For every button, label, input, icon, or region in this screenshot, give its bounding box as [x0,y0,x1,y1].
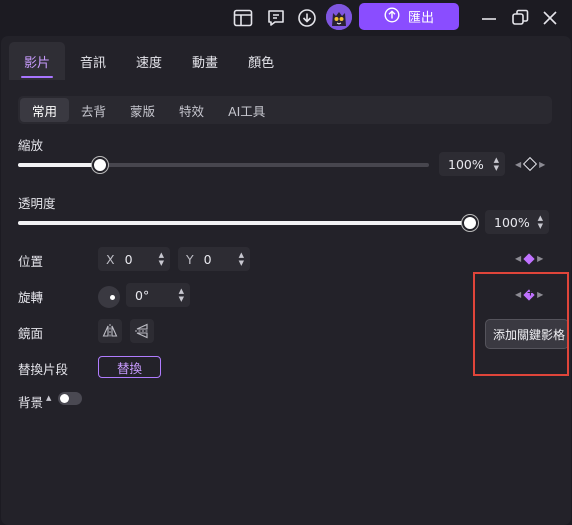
subtab-ai-tools[interactable]: AI工具 [216,98,277,122]
upload-icon [384,6,400,27]
next-keyframe-icon[interactable]: ▶ [539,160,545,169]
caret-up-icon[interactable]: ▲ [46,394,51,402]
flip-horizontal-button[interactable] [98,319,122,343]
tab-video[interactable]: 影片 [9,42,66,80]
avatar[interactable] [326,4,352,30]
position-y-stepper[interactable]: ▲ ▼ [239,251,244,267]
scale-value: 100% [448,156,484,172]
tab-color[interactable]: 顏色 [233,42,289,80]
opacity-value-field[interactable]: 100% ▲ ▼ [485,210,549,234]
position-y-label: Y [186,251,194,267]
opacity-value: 100% [494,214,530,230]
sub-tabs: 常用 去背 蒙版 特效 AI工具 [18,96,552,124]
chevron-down-icon[interactable]: ▼ [239,259,244,267]
tab-audio[interactable]: 音訊 [65,42,121,80]
flip-horizontal-icon [102,324,118,338]
position-y-field[interactable]: Y 0 ▲ ▼ [178,247,250,271]
minimize-icon[interactable] [477,6,501,30]
background-label: 背景 [18,395,44,410]
flip-vertical-button[interactable] [130,319,154,343]
position-keyframe-controls: ◀ ▶ [515,252,543,265]
chevron-down-icon[interactable]: ▼ [179,295,184,303]
chevron-up-icon[interactable]: ▲ [239,251,244,259]
layout-icon[interactable] [231,6,255,30]
subtab-mask[interactable]: 蒙版 [118,98,167,122]
replace-button[interactable]: 替換 [98,356,161,378]
highlight-box [473,272,569,376]
chevron-up-icon[interactable]: ▲ [159,251,164,259]
rotation-dial[interactable] [98,286,120,308]
feedback-icon[interactable] [264,6,288,30]
rotation-value-field[interactable]: 0° ▲ ▼ [126,283,190,307]
close-icon[interactable] [538,6,562,30]
chevron-down-icon[interactable]: ▼ [494,164,499,172]
next-keyframe-icon[interactable]: ▶ [537,254,543,263]
export-label: 匯出 [407,11,434,26]
chevron-up-icon[interactable]: ▲ [538,214,543,222]
scale-slider-fill [18,163,100,167]
position-x-stepper[interactable]: ▲ ▼ [159,251,164,267]
restore-icon[interactable] [508,6,532,30]
properties-panel: 影片 音訊 速度 動畫 顏色 常用 去背 蒙版 特效 AI工具 縮放 100% … [1,36,571,525]
scale-slider-thumb[interactable] [92,157,108,173]
subtab-remove-bg[interactable]: 去背 [69,98,118,122]
opacity-slider-fill [18,221,470,225]
opacity-stepper[interactable]: ▲ ▼ [538,214,543,230]
keyframe-diamond-icon[interactable] [523,156,538,172]
position-x-label: X [106,251,115,267]
prev-keyframe-icon[interactable]: ◀ [515,254,521,263]
chevron-up-icon[interactable]: ▲ [179,287,184,295]
replace-clip-label: 替換片段 [18,362,69,377]
title-bar: 匯出 [0,0,572,36]
rotation-value: 0° [135,287,150,303]
position-y-value: 0 [203,251,212,267]
mirror-label: 鏡面 [18,326,44,341]
subtab-common[interactable]: 常用 [20,98,70,122]
scale-keyframe-controls: ◀ ▶ [515,156,545,172]
rotation-stepper[interactable]: ▲ ▼ [179,287,184,303]
prev-keyframe-icon[interactable]: ◀ [515,160,521,169]
chevron-down-icon[interactable]: ▼ [538,222,543,230]
subtab-effects[interactable]: 特效 [167,98,216,122]
background-toggle[interactable] [58,392,82,405]
keyframe-diamond-icon[interactable] [523,252,535,265]
tab-animation[interactable]: 動畫 [177,42,233,80]
scale-label: 縮放 [18,138,44,153]
download-icon[interactable] [295,6,319,30]
main-tabs: 影片 音訊 速度 動畫 顏色 [9,42,289,80]
position-x-field[interactable]: X 0 ▲ ▼ [98,247,170,271]
rotation-label: 旋轉 [18,290,44,305]
scale-stepper[interactable]: ▲ ▼ [494,156,499,172]
position-x-value: 0 [124,251,133,267]
opacity-slider-thumb[interactable] [462,215,478,231]
opacity-label: 透明度 [18,196,56,211]
tab-speed[interactable]: 速度 [121,42,177,80]
scale-value-field[interactable]: 100% ▲ ▼ [439,152,505,176]
chevron-up-icon[interactable]: ▲ [494,156,499,164]
flip-vertical-icon [135,323,149,339]
chevron-down-icon[interactable]: ▼ [159,259,164,267]
position-label: 位置 [18,254,44,269]
export-button[interactable]: 匯出 [359,3,459,30]
